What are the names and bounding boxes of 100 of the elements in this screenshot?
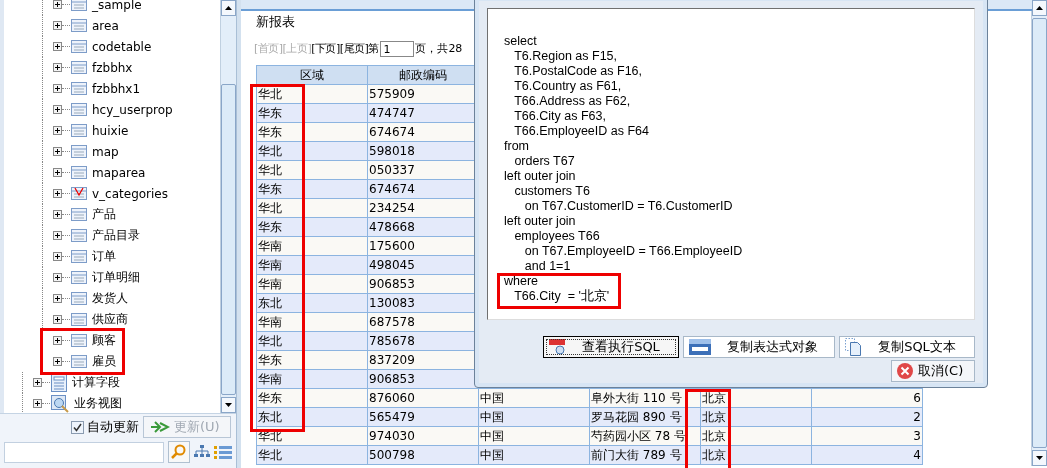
sql-line: T66.City = '北京' [513, 289, 611, 304]
scrollbar[interactable] [1031, 0, 1047, 466]
tree-item[interactable]: 雇员 [92, 353, 116, 370]
dialog-button[interactable]: 查看执行SQL [543, 336, 679, 358]
table-icon [71, 124, 87, 137]
scroll-up-icon[interactable] [225, 6, 232, 10]
expand-icon[interactable] [33, 399, 42, 408]
expand-icon[interactable] [53, 63, 62, 72]
tree-item[interactable]: v_categories [92, 186, 168, 201]
tree-item[interactable]: fzbbhx [92, 60, 133, 75]
expand-icon[interactable] [53, 168, 62, 177]
sql-line: and 1=1 [523, 259, 572, 274]
tree-item[interactable]: 订单 [92, 248, 116, 265]
sql-line: T6.Country as F61, [513, 79, 623, 94]
sql-line: employees T66 [513, 229, 601, 244]
tree-item[interactable]: _sample [92, 0, 142, 12]
table-icon [71, 355, 87, 368]
tree-item[interactable]: area [92, 18, 119, 33]
expand-icon[interactable] [53, 42, 62, 51]
table-icon [71, 208, 87, 221]
expand-icon[interactable] [53, 0, 62, 9]
pager-link[interactable]: [尾页] [339, 41, 369, 56]
scroll-down-icon[interactable] [1036, 456, 1043, 460]
hierarchy-icon[interactable] [194, 445, 210, 459]
sql-line: left outer join [504, 214, 577, 229]
search-button[interactable] [168, 441, 190, 463]
expand-icon[interactable] [53, 336, 62, 345]
tree-item[interactable]: 产品目录 [92, 227, 140, 244]
table-icon [71, 166, 87, 179]
sql-line: on T67.CustomerID = T6.CustomerID [523, 199, 734, 214]
page-label: 第 [368, 41, 380, 56]
dialog-button[interactable]: 复制SQL文本 [839, 336, 975, 358]
table-icon [71, 229, 87, 242]
splitter-handle[interactable] [237, 0, 241, 468]
tree-item[interactable]: hcy_userprop [92, 102, 173, 117]
expand-icon[interactable] [53, 105, 62, 114]
sql-line: T66.City as F63, [513, 109, 607, 124]
tree-item[interactable]: 计算字段 [72, 374, 120, 391]
table-icon [71, 82, 87, 95]
column-header[interactable]: 区域 [256, 65, 368, 85]
scroll-up-icon[interactable] [1036, 6, 1043, 10]
dialog-button[interactable]: 复制表达式对象 [683, 336, 835, 358]
tree-item[interactable]: map [92, 144, 119, 159]
table-icon [71, 292, 87, 305]
table-icon [71, 334, 87, 347]
expand-icon[interactable] [53, 189, 62, 198]
expand-icon[interactable] [53, 315, 62, 324]
copy-icon [844, 338, 862, 356]
table-icon [71, 19, 87, 32]
tree-item[interactable]: 顾客 [92, 332, 116, 349]
sql-line: orders T67 [513, 154, 576, 169]
table-icon [71, 250, 87, 263]
expand-icon[interactable] [53, 147, 62, 156]
expand-icon[interactable] [53, 273, 62, 282]
tree-item[interactable]: 发货人 [92, 290, 128, 307]
checkbox[interactable] [71, 420, 84, 434]
sql-line: from [504, 139, 530, 154]
expand-icon[interactable] [53, 84, 62, 93]
sql-line: T66.EmployeeID as F64 [513, 124, 650, 139]
sql-line: T6.PostalCode as F16, [513, 64, 644, 79]
tree-item[interactable]: 产品 [92, 206, 116, 223]
tree-item[interactable]: codetable [92, 39, 152, 54]
sql-line: where [504, 274, 540, 289]
tree-item[interactable]: fzbbhx1 [92, 81, 141, 96]
sql-line: customers T6 [513, 184, 591, 199]
cancel-icon [896, 362, 914, 380]
checkbox-label: 自动更新 [87, 418, 139, 436]
tree-item[interactable]: maparea [92, 165, 146, 180]
expand-icon[interactable] [53, 210, 62, 219]
view-table-icon [71, 187, 87, 200]
expand-icon[interactable] [53, 294, 62, 303]
search-field[interactable] [4, 441, 164, 463]
expand-icon[interactable] [53, 126, 62, 135]
cancel-button[interactable]: 取消(C) [891, 360, 975, 382]
table-icon [71, 145, 87, 158]
tree-item[interactable]: 业务视图 [74, 395, 122, 412]
table-icon [71, 40, 87, 53]
sql-line: T66.Address as F62, [513, 94, 632, 109]
expand-icon[interactable] [53, 21, 62, 30]
table-icon [71, 61, 87, 74]
tree-item[interactable]: huixie [92, 123, 129, 138]
scrollbar[interactable] [220, 0, 236, 413]
expand-icon[interactable] [53, 252, 62, 261]
tree-item[interactable]: 供应商 [92, 311, 128, 328]
tree-item[interactable]: 订单明细 [92, 269, 140, 286]
expand-icon[interactable] [53, 231, 62, 240]
expand-icon[interactable] [33, 378, 42, 387]
sql-line: on T67.EmployeeID = T66.EmployeeID [523, 244, 744, 259]
expand-icon[interactable] [53, 357, 62, 366]
report-title: 新报表 [256, 14, 296, 31]
page-input[interactable]: 1 [380, 40, 415, 57]
page-count: 页，共28 [415, 41, 463, 56]
sql-line: select [504, 34, 538, 49]
scroll-down-icon[interactable] [225, 403, 232, 407]
list-icon[interactable] [214, 445, 232, 459]
table-icon [71, 313, 87, 326]
pager-link[interactable]: [下页] [311, 41, 340, 56]
window-icon [688, 338, 712, 356]
table-icon [71, 271, 87, 284]
magnifier-icon [548, 338, 566, 356]
